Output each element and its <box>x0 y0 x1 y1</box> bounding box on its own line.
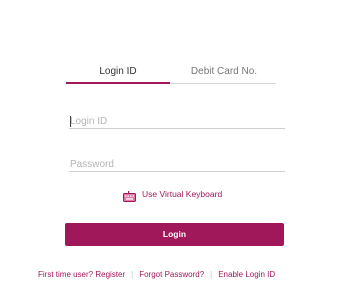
footer-separator: | <box>210 270 213 279</box>
text-cursor <box>70 116 71 127</box>
forgot-password-link[interactable]: Forgot Password? <box>139 270 204 279</box>
tab-debit-card[interactable]: Debit Card No. <box>172 62 276 82</box>
login-id-input[interactable] <box>69 114 285 129</box>
inactive-tab-divider <box>170 83 276 84</box>
footer-links: First time user? Register | Forgot Passwor… <box>38 270 318 282</box>
active-tab-indicator <box>66 82 170 84</box>
virtual-keyboard-link[interactable]: Use Virtual Keyboard <box>123 187 223 202</box>
login-tabs: Login ID Debit Card No. <box>66 62 276 84</box>
tab-login-id[interactable]: Login ID <box>66 62 170 82</box>
register-link[interactable]: First time user? Register <box>38 270 125 279</box>
password-input[interactable] <box>69 157 285 172</box>
login-button[interactable]: Login <box>65 223 284 246</box>
footer-separator: | <box>131 270 134 279</box>
keyboard-icon <box>123 189 136 202</box>
enable-login-id-link[interactable]: Enable Login ID <box>218 270 275 279</box>
virtual-keyboard-label: Use Virtual Keyboard <box>142 189 223 199</box>
